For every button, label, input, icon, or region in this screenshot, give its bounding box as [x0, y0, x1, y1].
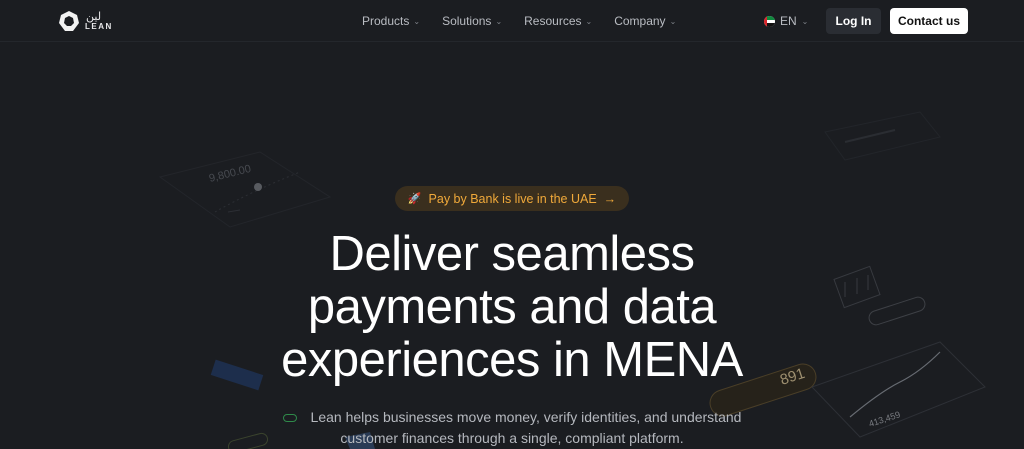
menu-resources-label: Resources: [524, 14, 582, 28]
chart-card: 413,459: [811, 341, 986, 438]
logo-english-text: LEAN: [85, 22, 113, 31]
status-pill-icon: [282, 414, 297, 423]
language-selector[interactable]: EN ⌄: [764, 14, 808, 28]
main-menu: Products ⌄ Solutions ⌄ Resources ⌄ Compa…: [362, 14, 676, 28]
uae-flag-icon: [764, 15, 775, 27]
hero-subtitle-text: Lean helps businesses move money, verify…: [310, 409, 742, 446]
arrow-right-icon: →: [603, 191, 617, 206]
menu-company[interactable]: Company ⌄: [614, 14, 676, 28]
balance-amount: 9,800.00: [208, 163, 252, 185]
login-button[interactable]: Log In: [826, 8, 881, 34]
chevron-down-icon: ⌄: [801, 16, 809, 26]
chevron-down-icon: ⌄: [585, 16, 593, 26]
status-tag: [868, 296, 926, 326]
balance-dial-card: 9,800.00: [158, 151, 332, 228]
announcement-badge[interactable]: 🚀 Pay by Bank is live in the UAE →: [395, 186, 629, 211]
top-navigation: لين LEAN Products ⌄ Solutions ⌄ Resource…: [0, 0, 1024, 42]
menu-products[interactable]: Products ⌄: [362, 14, 420, 28]
contact-us-button[interactable]: Contact us: [890, 8, 968, 34]
account-card: [824, 111, 941, 161]
headline-line-3: experiences in MENA: [281, 333, 743, 387]
menu-solutions-label: Solutions: [442, 14, 492, 28]
chevron-down-icon: ⌄: [495, 16, 503, 26]
menu-solutions[interactable]: Solutions ⌄: [442, 14, 502, 28]
announcement-text: Pay by Bank is live in the UAE: [428, 191, 597, 206]
menu-products-label: Products: [362, 14, 410, 28]
headline-line-1: Deliver seamless: [329, 227, 695, 281]
menu-resources[interactable]: Resources ⌄: [524, 14, 592, 28]
settled-value: 413,459: [868, 409, 902, 429]
bank-icon-card: [833, 265, 881, 309]
hero-subtitle: Lean helps businesses move money, verify…: [262, 407, 762, 449]
language-label: EN: [780, 14, 797, 28]
headline-line-2: payments and data: [307, 280, 717, 334]
chevron-down-icon: ⌄: [669, 16, 677, 26]
hero-headline: Deliver seamless payments and data exper…: [212, 228, 812, 387]
chevron-down-icon: ⌄: [413, 16, 421, 26]
rocket-icon: 🚀: [407, 193, 422, 205]
lean-logo[interactable]: لين LEAN: [58, 10, 118, 34]
lean-logo-icon: [59, 11, 79, 31]
menu-company-label: Company: [614, 14, 666, 28]
